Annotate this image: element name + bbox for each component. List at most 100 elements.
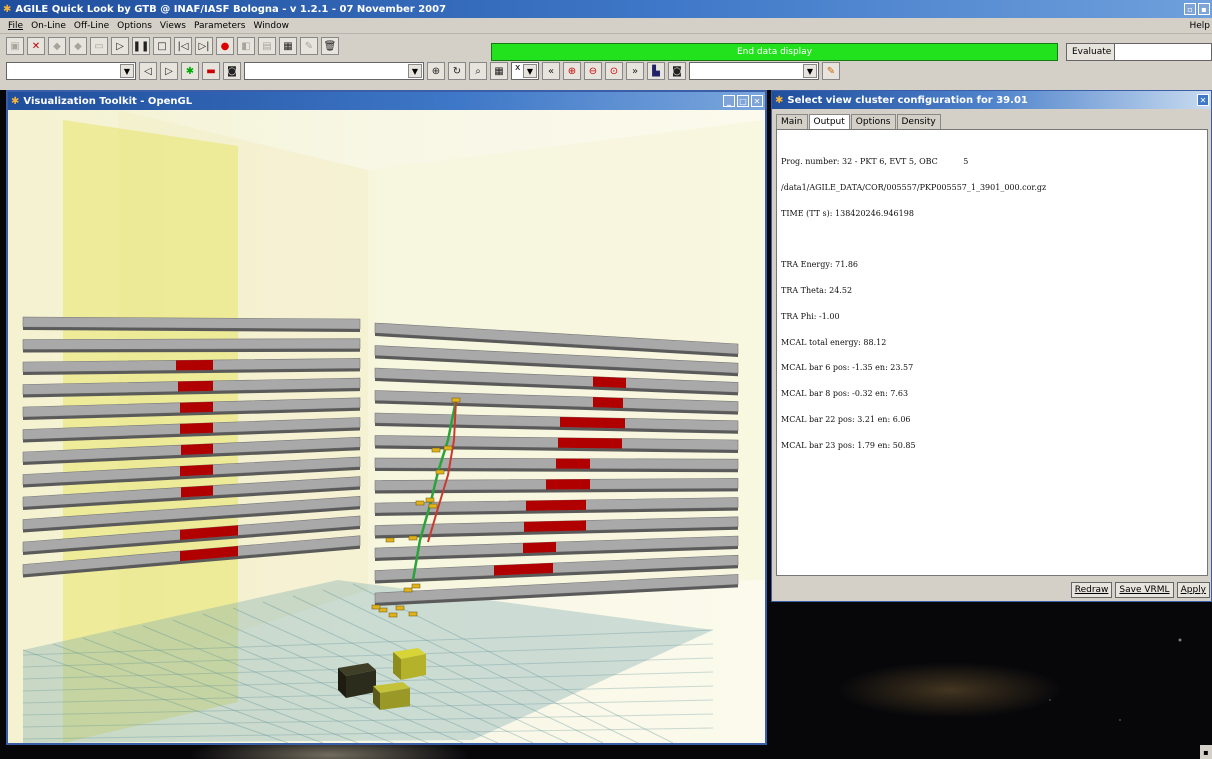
scroll-left-icon[interactable]: « [542, 62, 560, 80]
output-text-area[interactable]: Prog. number: 32 - PKT 6, EVT 5, OBC 5 /… [776, 129, 1208, 576]
hit-marker [431, 447, 441, 453]
grid-icon[interactable]: ▦ [279, 37, 297, 55]
chevron-down-icon: ▼ [803, 64, 817, 78]
hit-strip [180, 401, 213, 413]
remove-icon[interactable]: ▬ [202, 62, 220, 80]
output-line: Prog. number: 32 - PKT 6, EVT 5, OBC 5 [781, 157, 969, 167]
menu-offline[interactable]: Off-Line [74, 21, 109, 31]
option-select[interactable]: ▼ [689, 62, 819, 80]
edit-icon[interactable]: ✎ [300, 37, 318, 55]
close-icon[interactable]: ✕ [751, 95, 763, 107]
stop-icon[interactable]: □ [153, 37, 171, 55]
minimize-icon[interactable]: _ [723, 95, 735, 107]
rotate-icon[interactable]: ↻ [448, 62, 466, 80]
vtk-titlebar[interactable]: ✱ Visualization Toolkit - OpenGL _ □ ✕ [8, 92, 765, 110]
chevron-down-icon: ▼ [120, 64, 134, 78]
scroll-right-icon[interactable]: » [626, 62, 644, 80]
hit-strip [593, 376, 626, 388]
menu-options[interactable]: Options [117, 21, 152, 31]
view-icon[interactable]: ◙ [223, 62, 241, 80]
axis-select[interactable]: x ▼ [511, 62, 539, 80]
apply-button[interactable]: Apply [1176, 582, 1210, 598]
tab-output[interactable]: Output [808, 114, 850, 129]
hit-marker [388, 612, 398, 618]
hit-strip [178, 380, 213, 392]
rewind-icon[interactable]: |◁ [174, 37, 192, 55]
zoom-fit-icon[interactable]: ⊕ [427, 62, 445, 80]
menu-file[interactable]: File [8, 21, 23, 31]
connect-icon[interactable]: ◆ [48, 37, 66, 55]
print-icon[interactable]: ▤ [258, 37, 276, 55]
camera-icon[interactable]: ◙ [668, 62, 686, 80]
output-line: TRA Energy: 71.86 [781, 260, 859, 270]
zoom-in-icon[interactable]: ⊕ [563, 62, 581, 80]
save-vrml-button[interactable]: Save VRML [1115, 582, 1174, 598]
histogram-icon[interactable]: ▙ [647, 62, 665, 80]
hit-strip [560, 416, 625, 429]
next-icon[interactable]: ▷ [160, 62, 178, 80]
save-icon[interactable]: ◧ [237, 37, 255, 55]
folder-icon[interactable]: ▭ [90, 37, 108, 55]
tab-density[interactable]: Density [896, 114, 941, 129]
cluster-tabs: Main Output Options Density [772, 109, 1211, 129]
maximize-icon[interactable]: ▪ [1198, 3, 1210, 15]
play-icon[interactable]: ▷ [111, 37, 129, 55]
zoom-reset-icon[interactable]: ⊙ [605, 62, 623, 80]
hit-strip [180, 422, 213, 434]
view-select[interactable]: ▼ [244, 62, 424, 80]
evaluate-input[interactable] [1114, 43, 1212, 61]
vtk-window: ✱ Visualization Toolkit - OpenGL _ □ ✕ [6, 90, 767, 745]
main-titlebar[interactable]: ✱ AGILE Quick Look by GTB @ INAF/IASF Bo… [0, 0, 1212, 18]
desktop-scroll-corner[interactable]: ▪ [1200, 745, 1212, 759]
app-icon: ✱ [775, 94, 784, 106]
menu-help[interactable]: Help [1189, 21, 1212, 31]
redraw-button[interactable]: Redraw [1070, 582, 1113, 598]
menu-parameters[interactable]: Parameters [194, 21, 246, 31]
table-icon[interactable]: ▦ [490, 62, 508, 80]
output-line: MCAL bar 23 pos: 1.79 en: 50.85 [781, 440, 916, 450]
disconnect-icon[interactable]: ✕ [27, 37, 45, 55]
record-icon[interactable]: ● [216, 37, 234, 55]
vtk-3d-view[interactable] [8, 110, 765, 743]
prev-icon[interactable]: ◁ [139, 62, 157, 80]
evaluate-button[interactable]: Evaluate [1066, 43, 1118, 61]
tab-main[interactable]: Main [776, 114, 808, 129]
menu-online[interactable]: On-Line [31, 21, 66, 31]
hit-marker [443, 445, 453, 451]
add-icon[interactable]: ✱ [181, 62, 199, 80]
paint-icon[interactable]: ✎ [822, 62, 840, 80]
cluster-config-window: ✱ Select view cluster configuration for … [771, 90, 1212, 602]
hit-marker [403, 587, 413, 593]
minimize-icon[interactable]: ▫ [1184, 3, 1196, 15]
tracker-bar [22, 338, 361, 350]
output-line: TRA Theta: 24.52 [781, 286, 853, 296]
magnify-icon[interactable]: ⌕ [469, 62, 487, 80]
hit-marker [435, 469, 445, 475]
menu-views[interactable]: Views [160, 21, 186, 31]
hit-marker [425, 497, 435, 503]
packet-select[interactable]: ▼ [6, 62, 136, 80]
open-icon[interactable]: ▣ [6, 37, 24, 55]
window-title: AGILE Quick Look by GTB @ INAF/IASF Bolo… [15, 3, 447, 15]
zoom-out-icon[interactable]: ⊖ [584, 62, 602, 80]
hit-strip [523, 542, 556, 554]
output-line: MCAL total energy: 88.12 [781, 337, 887, 347]
output-line: /data1/AGILE_DATA/COR/005557/PKP005557_1… [781, 182, 1047, 192]
trash-icon[interactable]: 🗑 [321, 37, 339, 55]
pause-connect-icon[interactable]: ◆ [69, 37, 87, 55]
hit-marker [451, 397, 461, 403]
cluster-window-title: Select view cluster configuration for 39… [787, 94, 1028, 106]
pause-icon[interactable]: ❚❚ [132, 37, 150, 55]
hit-marker [415, 500, 425, 506]
forward-end-icon[interactable]: ▷| [195, 37, 213, 55]
cluster-titlebar[interactable]: ✱ Select view cluster configuration for … [772, 91, 1211, 109]
output-line: MCAL bar 22 pos: 3.21 en: 6.06 [781, 415, 911, 424]
menu-window[interactable]: Window [253, 21, 289, 31]
maximize-icon[interactable]: □ [737, 95, 749, 107]
hit-strip [558, 437, 622, 449]
tracker-bar [22, 316, 361, 330]
close-icon[interactable]: ✕ [1197, 94, 1209, 106]
tab-options[interactable]: Options [850, 114, 896, 129]
menubar: File On-Line Off-Line Options Views Para… [0, 18, 1212, 34]
